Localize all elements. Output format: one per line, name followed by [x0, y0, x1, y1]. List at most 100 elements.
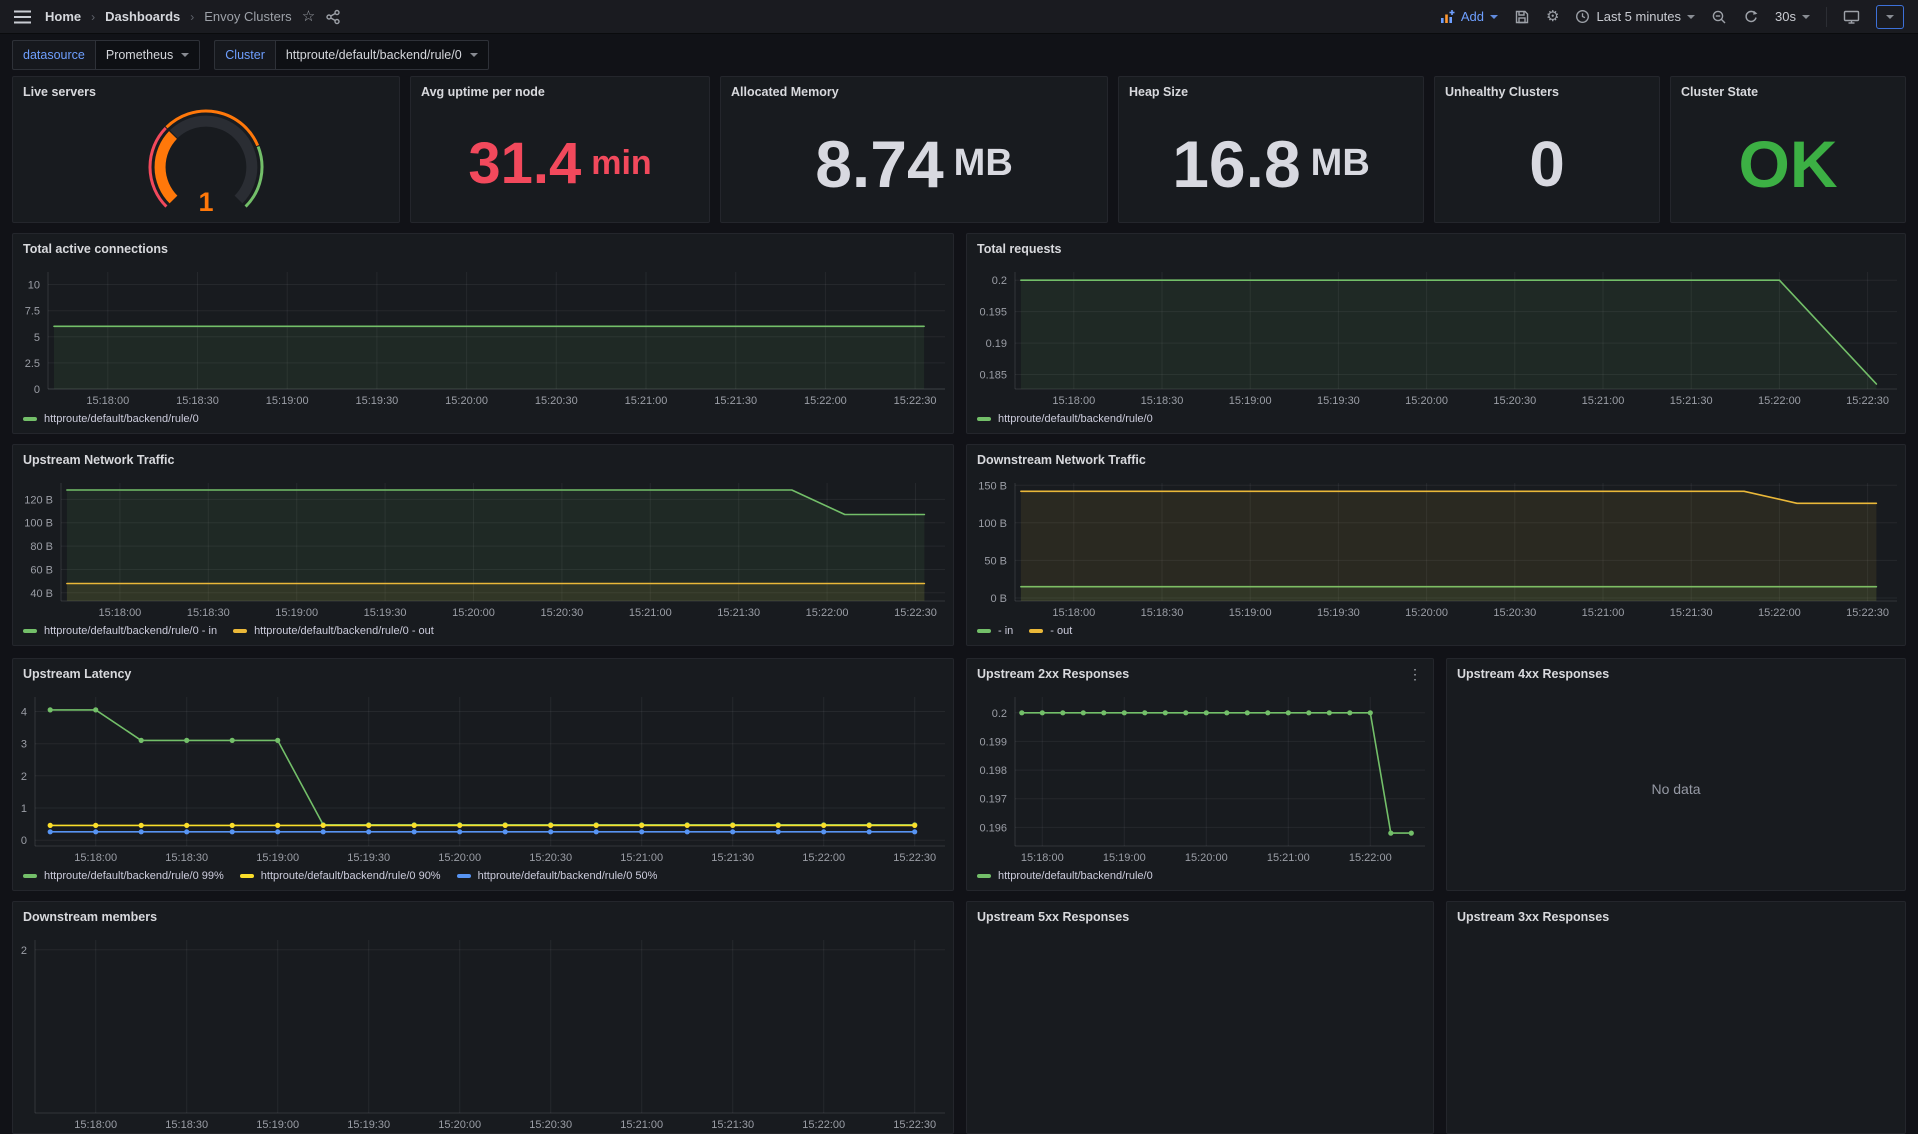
divider — [1826, 7, 1827, 27]
svg-text:15:21:00: 15:21:00 — [1267, 852, 1310, 864]
panel-title[interactable]: Upstream Latency — [23, 667, 131, 681]
breadcrumb-dashboards[interactable]: Dashboards — [105, 9, 180, 24]
svg-text:0.2: 0.2 — [992, 708, 1007, 720]
legend-item[interactable]: httproute/default/backend/rule/0 - out — [233, 625, 434, 637]
panel-title[interactable]: Avg uptime per node — [421, 85, 545, 99]
menu-icon[interactable] — [14, 10, 31, 24]
variable-label[interactable]: datasource — [12, 40, 95, 70]
refresh-icon[interactable] — [1743, 9, 1759, 25]
panel-title[interactable]: Unhealthy Clusters — [1445, 85, 1559, 99]
chart-legend: httproute/default/backend/rule/0 - in htt… — [13, 621, 953, 645]
svg-text:15:18:30: 15:18:30 — [176, 395, 219, 407]
legend-item[interactable]: - out — [1029, 625, 1072, 637]
chart-canvas[interactable]: 15:18:0015:18:3015:19:0015:19:3015:20:00… — [13, 687, 953, 866]
chart-canvas[interactable]: 15:18:0015:18:3015:19:0015:19:3015:20:00… — [13, 930, 953, 1133]
legend-item[interactable]: httproute/default/backend/rule/0 90% — [240, 870, 441, 882]
panel-title[interactable]: Cluster State — [1681, 85, 1758, 99]
svg-text:150 B: 150 B — [978, 480, 1007, 492]
svg-text:100 B: 100 B — [978, 518, 1007, 530]
stat-value: 0 — [1529, 132, 1565, 196]
svg-text:15:21:30: 15:21:30 — [711, 1119, 754, 1131]
breadcrumb-current: Envoy Clusters — [204, 9, 291, 24]
legend-item[interactable]: httproute/default/backend/rule/0 — [23, 413, 199, 425]
svg-text:0: 0 — [21, 835, 27, 847]
chart-legend: - in - out — [967, 621, 1905, 645]
svg-text:15:22:30: 15:22:30 — [893, 1119, 936, 1131]
chart-canvas[interactable] — [967, 930, 1433, 1133]
legend-item[interactable]: - in — [977, 625, 1013, 637]
panel-title[interactable]: Live servers — [23, 85, 96, 99]
svg-text:15:21:30: 15:21:30 — [714, 395, 757, 407]
panel-title[interactable]: Upstream 2xx Responses — [977, 667, 1129, 681]
time-range-picker[interactable]: Last 5 minutes — [1575, 9, 1695, 24]
variable-value-dropdown[interactable]: Prometheus — [95, 40, 200, 70]
panel-title[interactable]: Upstream Network Traffic — [23, 453, 174, 467]
chart-legend: httproute/default/backend/rule/0 99% http… — [13, 866, 953, 890]
panel-title[interactable]: Allocated Memory — [731, 85, 839, 99]
svg-text:4: 4 — [21, 707, 27, 719]
svg-text:15:20:00: 15:20:00 — [438, 852, 481, 864]
tv-mode-icon[interactable] — [1843, 9, 1860, 25]
svg-text:0: 0 — [34, 384, 40, 396]
panel-title[interactable]: Total requests — [977, 242, 1062, 256]
svg-text:2: 2 — [21, 945, 27, 957]
zoom-out-icon[interactable] — [1711, 9, 1727, 25]
variable-value-dropdown[interactable]: httproute/default/backend/rule/0 — [275, 40, 489, 70]
chart-canvas[interactable]: 15:18:0015:18:3015:19:0015:19:3015:20:00… — [967, 473, 1905, 621]
stat-value: 31.4 — [468, 135, 581, 193]
svg-text:15:22:00: 15:22:00 — [1349, 852, 1392, 864]
svg-text:2: 2 — [21, 771, 27, 783]
legend-item[interactable]: httproute/default/backend/rule/0 - in — [23, 625, 217, 637]
add-label: Add — [1461, 9, 1484, 24]
cycle-view-mode-button[interactable] — [1876, 5, 1904, 29]
panel-title[interactable]: Upstream 4xx Responses — [1457, 667, 1609, 681]
chart-canvas[interactable]: 15:18:0015:18:3015:19:0015:19:3015:20:00… — [13, 473, 953, 621]
dashboard-settings-icon[interactable]: ⚙ — [1546, 9, 1559, 24]
share-icon[interactable] — [325, 9, 341, 25]
svg-text:15:22:00: 15:22:00 — [1758, 395, 1801, 407]
stat-value: 16.8 — [1172, 131, 1300, 197]
variable-value-text: httproute/default/backend/rule/0 — [286, 48, 462, 62]
variable-label[interactable]: Cluster — [214, 40, 275, 70]
panel-title[interactable]: Upstream 3xx Responses — [1457, 910, 1609, 924]
chart-canvas[interactable]: 15:18:0015:18:3015:19:0015:19:3015:20:00… — [13, 262, 953, 409]
panel-title[interactable]: Heap Size — [1129, 85, 1188, 99]
refresh-interval-picker[interactable]: 30s — [1775, 9, 1810, 24]
svg-text:15:18:00: 15:18:00 — [86, 395, 129, 407]
save-dashboard-icon[interactable] — [1514, 9, 1530, 25]
svg-text:15:20:00: 15:20:00 — [1405, 395, 1448, 407]
svg-text:15:20:00: 15:20:00 — [452, 607, 495, 619]
svg-text:15:22:30: 15:22:30 — [1846, 395, 1889, 407]
panel-cluster-state: Cluster State OK — [1670, 76, 1906, 223]
svg-text:0.185: 0.185 — [979, 370, 1007, 382]
panel-title[interactable]: Upstream 5xx Responses — [977, 910, 1129, 924]
svg-text:15:20:30: 15:20:30 — [1493, 395, 1536, 407]
legend-item[interactable]: httproute/default/backend/rule/0 — [977, 413, 1153, 425]
breadcrumb-separator: › — [91, 10, 95, 24]
stat-value: OK — [1739, 131, 1838, 197]
stat-value: 8.74 — [815, 131, 943, 197]
legend-item[interactable]: httproute/default/backend/rule/0 50% — [457, 870, 658, 882]
legend-item[interactable]: httproute/default/backend/rule/0 99% — [23, 870, 224, 882]
panel-title[interactable]: Downstream Network Traffic — [977, 453, 1146, 467]
svg-text:7.5: 7.5 — [25, 306, 40, 318]
chart-canvas[interactable]: 15:18:0015:19:0015:20:0015:21:0015:22:00… — [967, 687, 1433, 866]
panel-menu-icon[interactable]: ⋮ — [1408, 666, 1423, 683]
svg-text:15:18:00: 15:18:00 — [98, 607, 141, 619]
dashboard-variables-bar: datasource Prometheus Cluster httproute/… — [0, 34, 1918, 76]
svg-text:60 B: 60 B — [30, 565, 53, 577]
svg-text:15:19:00: 15:19:00 — [266, 395, 309, 407]
star-icon[interactable]: ☆ — [302, 9, 315, 24]
svg-text:15:19:30: 15:19:30 — [364, 607, 407, 619]
svg-text:5: 5 — [34, 332, 40, 344]
legend-item[interactable]: httproute/default/backend/rule/0 — [977, 870, 1153, 882]
variable-value-text: Prometheus — [106, 48, 173, 62]
panel-title[interactable]: Total active connections — [23, 242, 168, 256]
variable-cluster: Cluster httproute/default/backend/rule/0 — [214, 40, 488, 70]
panel-title[interactable]: Downstream members — [23, 910, 157, 924]
svg-text:0.198: 0.198 — [979, 765, 1007, 777]
chart-canvas[interactable] — [1447, 930, 1905, 1133]
chart-canvas[interactable]: 15:18:0015:18:3015:19:0015:19:3015:20:00… — [967, 262, 1905, 409]
breadcrumb-home[interactable]: Home — [45, 9, 81, 24]
add-panel-button[interactable]: Add — [1439, 9, 1498, 25]
